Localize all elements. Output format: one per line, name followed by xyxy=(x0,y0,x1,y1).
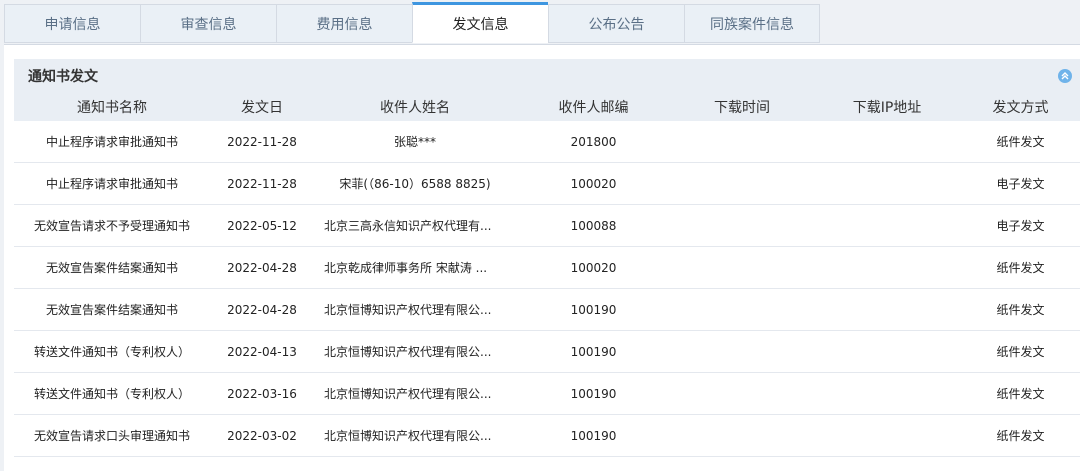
cell-recipient-zip: 100020 xyxy=(516,162,671,205)
section-header: 通知书发文 xyxy=(14,59,1080,94)
notice-table: 通知书名称 发文日 收件人姓名 收件人邮编 下载时间 下载IP地址 发文方式 中… xyxy=(14,93,1080,457)
header-recipient-name[interactable]: 收件人姓名 xyxy=(314,93,516,121)
cell-recipient-zip: 100190 xyxy=(516,288,671,331)
cell-notice-name: 中止程序请求审批通知书 xyxy=(14,121,210,163)
cell-dispatch-method: 纸件发文 xyxy=(961,414,1080,457)
cell-download-ip xyxy=(813,246,961,289)
cell-recipient-zip: 100190 xyxy=(516,414,671,457)
tab-bar: 申请信息 审查信息 费用信息 发文信息 公布公告 同族案件信息 xyxy=(4,2,820,44)
header-dispatch-date[interactable]: 发文日 xyxy=(210,93,314,121)
cell-notice-name: 无效宣告请求口头审理通知书 xyxy=(14,414,210,457)
cell-download-ip xyxy=(813,288,961,331)
cell-recipient-zip: 100190 xyxy=(516,372,671,415)
cell-download-ip xyxy=(813,121,961,163)
cell-recipient-name: 北京三高永信知识产权代理有... xyxy=(314,204,516,247)
cell-download-time xyxy=(671,162,813,205)
cell-download-ip xyxy=(813,204,961,247)
table-row[interactable]: 无效宣告案件结案通知书 2022-04-28 北京恒博知识产权代理有限公... … xyxy=(14,288,1080,331)
table-row[interactable]: 转送文件通知书（专利权人） 2022-03-16 北京恒博知识产权代理有限公..… xyxy=(14,372,1080,415)
cell-recipient-name: 北京恒博知识产权代理有限公... xyxy=(314,414,516,457)
tab-examination-info[interactable]: 审查信息 xyxy=(140,4,276,43)
section-title: 通知书发文 xyxy=(28,69,98,85)
cell-dispatch-method: 电子发文 xyxy=(961,162,1080,205)
tab-dispatch-info[interactable]: 发文信息 xyxy=(412,2,548,43)
cell-dispatch-date: 2022-03-16 xyxy=(210,372,314,415)
cell-download-ip xyxy=(813,414,961,457)
header-download-ip[interactable]: 下载IP地址 xyxy=(813,93,961,121)
table-row[interactable]: 无效宣告案件结案通知书 2022-04-28 北京乾成律师事务所 宋献涛 ...… xyxy=(14,246,1080,289)
cell-recipient-name: 宋菲(（86-10）6588 8825) xyxy=(314,162,516,205)
cell-dispatch-date: 2022-04-13 xyxy=(210,330,314,373)
cell-download-ip xyxy=(813,372,961,415)
header-dispatch-method[interactable]: 发文方式 xyxy=(961,93,1080,121)
cell-notice-name: 转送文件通知书（专利权人） xyxy=(14,330,210,373)
cell-download-time xyxy=(671,330,813,373)
tab-family-case-info[interactable]: 同族案件信息 xyxy=(684,4,820,43)
cell-dispatch-method: 纸件发文 xyxy=(961,246,1080,289)
page: 申请信息 审查信息 费用信息 发文信息 公布公告 同族案件信息 通知书发文 通知… xyxy=(0,0,1080,471)
chevron-up-double-icon[interactable] xyxy=(1058,69,1072,83)
table-row[interactable]: 中止程序请求审批通知书 2022-11-28 宋菲(（86-10）6588 88… xyxy=(14,162,1080,205)
cell-dispatch-date: 2022-03-02 xyxy=(210,414,314,457)
cell-notice-name: 无效宣告请求不予受理通知书 xyxy=(14,204,210,247)
cell-notice-name: 无效宣告案件结案通知书 xyxy=(14,288,210,331)
header-recipient-zip[interactable]: 收件人邮编 xyxy=(516,93,671,121)
cell-download-time xyxy=(671,288,813,331)
cell-recipient-zip: 100190 xyxy=(516,330,671,373)
tab-application-info[interactable]: 申请信息 xyxy=(4,4,140,43)
table-row[interactable]: 无效宣告请求口头审理通知书 2022-03-02 北京恒博知识产权代理有限公..… xyxy=(14,414,1080,457)
cell-dispatch-method: 电子发文 xyxy=(961,204,1080,247)
content-panel: 通知书发文 通知书名称 发文日 收件人姓名 收件人邮编 下载时间 下载IP地址 … xyxy=(4,44,1080,471)
header-notice-name[interactable]: 通知书名称 xyxy=(14,93,210,121)
cell-notice-name: 转送文件通知书（专利权人） xyxy=(14,372,210,415)
notice-table-wrap: 通知书名称 发文日 收件人姓名 收件人邮编 下载时间 下载IP地址 发文方式 中… xyxy=(14,93,1080,457)
cell-download-time xyxy=(671,204,813,247)
cell-download-ip xyxy=(813,162,961,205)
cell-dispatch-date: 2022-11-28 xyxy=(210,121,314,163)
cell-download-time xyxy=(671,121,813,163)
header-download-time[interactable]: 下载时间 xyxy=(671,93,813,121)
tab-fee-info[interactable]: 费用信息 xyxy=(276,4,412,43)
table-row[interactable]: 中止程序请求审批通知书 2022-11-28 张聪*** 201800 纸件发文 xyxy=(14,121,1080,163)
cell-recipient-zip: 201800 xyxy=(516,121,671,163)
cell-recipient-zip: 100020 xyxy=(516,246,671,289)
cell-recipient-name: 北京恒博知识产权代理有限公... xyxy=(314,330,516,373)
cell-download-time xyxy=(671,372,813,415)
cell-download-time xyxy=(671,414,813,457)
cell-download-time xyxy=(671,246,813,289)
table-header-row: 通知书名称 发文日 收件人姓名 收件人邮编 下载时间 下载IP地址 发文方式 xyxy=(14,93,1080,121)
cell-dispatch-method: 纸件发文 xyxy=(961,372,1080,415)
cell-dispatch-date: 2022-04-28 xyxy=(210,288,314,331)
cell-recipient-name: 北京恒博知识产权代理有限公... xyxy=(314,288,516,331)
cell-notice-name: 中止程序请求审批通知书 xyxy=(14,162,210,205)
cell-notice-name: 无效宣告案件结案通知书 xyxy=(14,246,210,289)
cell-recipient-name: 张聪*** xyxy=(314,121,516,163)
cell-recipient-name: 北京乾成律师事务所 宋献涛 ... xyxy=(314,246,516,289)
cell-download-ip xyxy=(813,330,961,373)
cell-dispatch-date: 2022-05-12 xyxy=(210,204,314,247)
table-row[interactable]: 转送文件通知书（专利权人） 2022-04-13 北京恒博知识产权代理有限公..… xyxy=(14,330,1080,373)
cell-dispatch-date: 2022-11-28 xyxy=(210,162,314,205)
cell-recipient-name: 北京恒博知识产权代理有限公... xyxy=(314,372,516,415)
cell-dispatch-method: 纸件发文 xyxy=(961,121,1080,163)
cell-recipient-zip: 100088 xyxy=(516,204,671,247)
tab-publication-announcement[interactable]: 公布公告 xyxy=(548,4,684,43)
cell-dispatch-method: 纸件发文 xyxy=(961,288,1080,331)
table-row[interactable]: 无效宣告请求不予受理通知书 2022-05-12 北京三高永信知识产权代理有..… xyxy=(14,204,1080,247)
cell-dispatch-date: 2022-04-28 xyxy=(210,246,314,289)
cell-dispatch-method: 纸件发文 xyxy=(961,330,1080,373)
